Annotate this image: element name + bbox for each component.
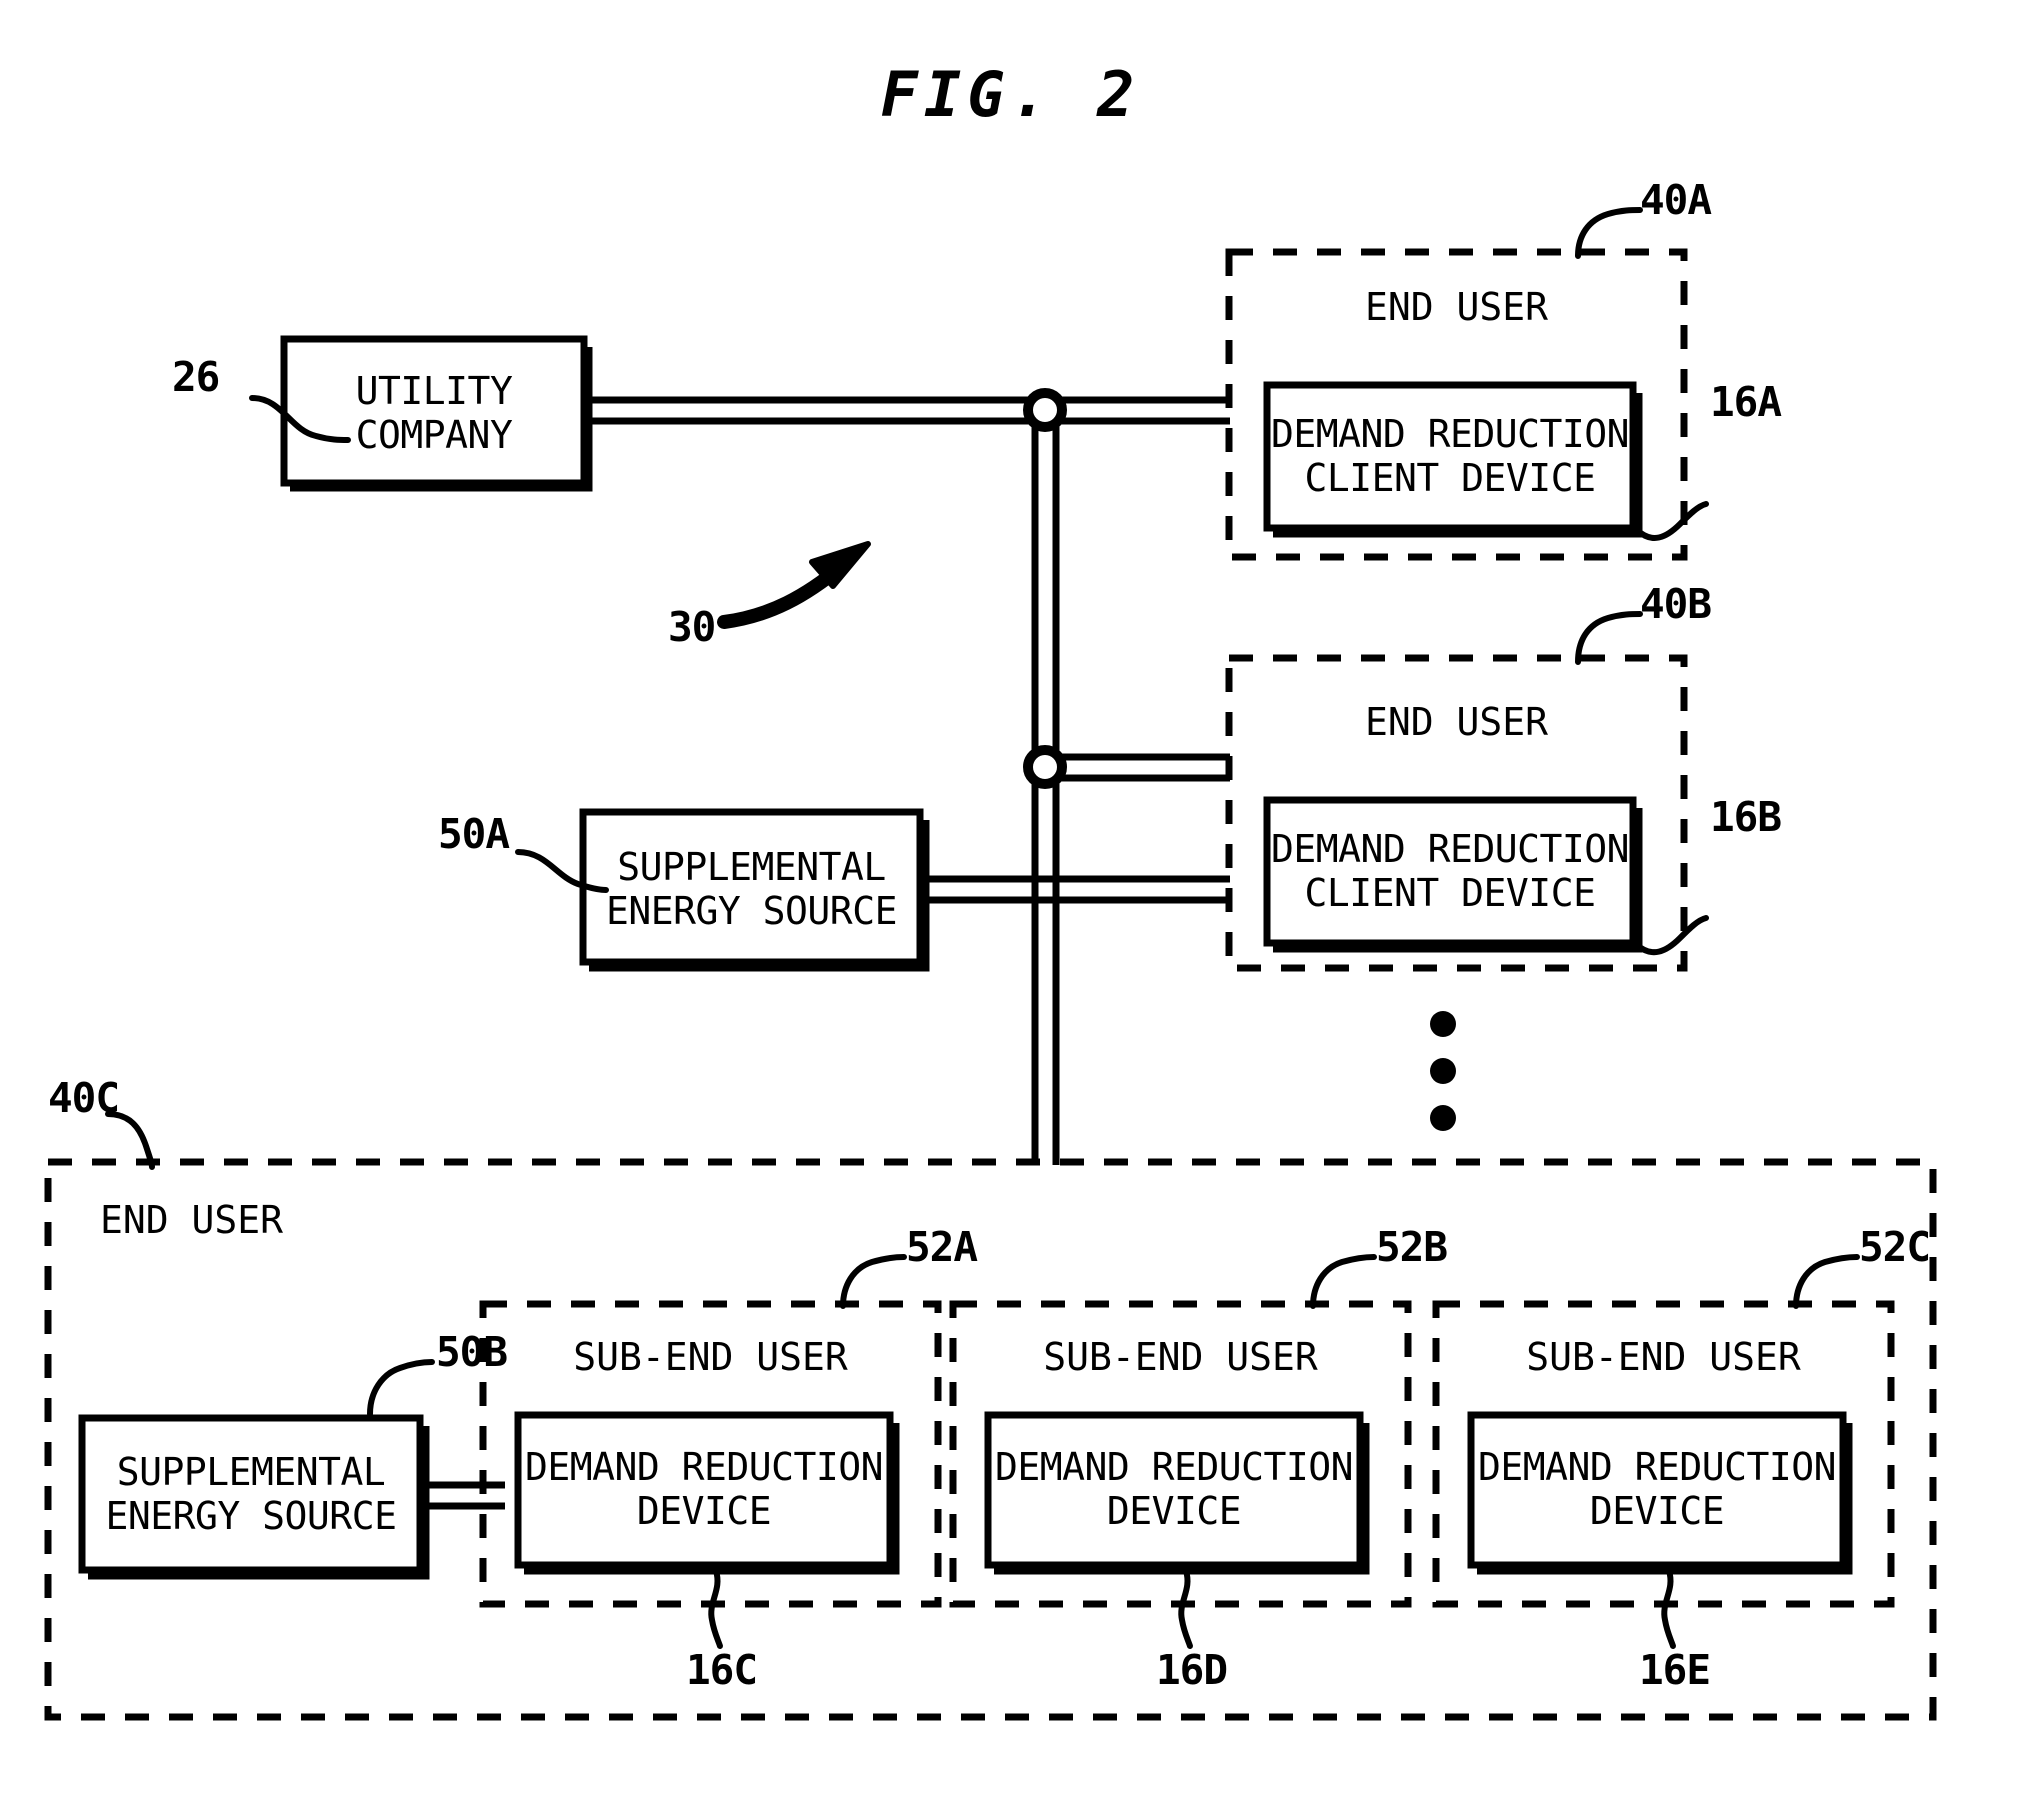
leader-52b — [1310, 1254, 1377, 1309]
demand-reduction-device-e-label: DEMAND REDUCTION DEVICE — [1471, 1445, 1843, 1533]
device-e-line2: DEVICE — [1589, 1489, 1725, 1534]
leader-16a — [1634, 501, 1709, 541]
device-b-line2: CLIENT DEVICE — [1304, 871, 1596, 916]
bus-junction-node-mid — [1023, 745, 1067, 789]
sub-end-user-52c-label: SUB-END USER — [1526, 1335, 1801, 1379]
supplemental-a-line2: ENERGY SOURCE — [606, 889, 897, 934]
supplemental-b-line1: SUPPLEMENTAL — [116, 1450, 386, 1494]
device-d-line2: DEVICE — [1106, 1489, 1242, 1534]
bus-supplemental-a-feed — [920, 875, 1230, 904]
device-a-line2: CLIENT DEVICE — [1304, 456, 1596, 501]
demand-reduction-client-device-a-label: DEMAND REDUCTION CLIENT DEVICE — [1267, 412, 1633, 500]
end-user-40c-label: END USER — [100, 1198, 284, 1242]
vertical-ellipsis — [1430, 1011, 1456, 1131]
device-b-line1: DEMAND REDUCTION — [1270, 827, 1630, 871]
ref-52c: 52C — [1859, 1223, 1931, 1271]
ref-16e: 16E — [1639, 1646, 1711, 1694]
ref-40b: 40B — [1640, 580, 1712, 628]
ref-40a: 40A — [1640, 176, 1712, 224]
ref-16b: 16B — [1710, 793, 1782, 841]
device-c-line1: DEMAND REDUCTION — [524, 1445, 884, 1489]
bus-branch-to-enduser-b — [1045, 753, 1230, 782]
leader-16b — [1634, 915, 1709, 956]
leader-50b — [367, 1359, 435, 1417]
supplemental-a-line1: SUPPLEMENTAL — [617, 845, 886, 889]
patent-figure-2: FIG. 2 UTILITY COMPANY 26 30 SUPPLEMENTA… — [0, 0, 2021, 1817]
leader-16e — [1661, 1568, 1676, 1649]
utility-company-label-line1: UTILITY — [355, 369, 513, 413]
leader-52c — [1793, 1254, 1860, 1309]
utility-company-label: UTILITY COMPANY — [284, 369, 584, 457]
supplemental-b-line2: ENERGY SOURCE — [105, 1494, 397, 1539]
ref-52a: 52A — [906, 1223, 978, 1271]
sub-end-user-52b-label: SUB-END USER — [1043, 1335, 1318, 1379]
device-d-line1: DEMAND REDUCTION — [994, 1445, 1354, 1489]
bus-supplemental-b-feed — [423, 1481, 505, 1510]
ref-26: 26 — [172, 353, 220, 401]
ref-40c: 40C — [48, 1074, 120, 1122]
supplemental-energy-source-b-label: SUPPLEMENTAL ENERGY SOURCE — [82, 1450, 420, 1538]
bus-utility-to-enduser-a — [575, 396, 1230, 425]
leader-52a — [840, 1254, 907, 1309]
device-e-line1: DEMAND REDUCTION — [1477, 1445, 1837, 1489]
demand-reduction-device-c-label: DEMAND REDUCTION DEVICE — [518, 1445, 890, 1533]
leader-16d — [1178, 1568, 1193, 1649]
system-ref-arrow — [717, 541, 871, 629]
supplemental-energy-source-a-label: SUPPLEMENTAL ENERGY SOURCE — [583, 845, 920, 933]
ref-52b: 52B — [1376, 1223, 1448, 1271]
leader-16c — [708, 1568, 723, 1649]
ref-16a: 16A — [1710, 378, 1782, 426]
demand-reduction-client-device-b-label: DEMAND REDUCTION CLIENT DEVICE — [1267, 827, 1633, 915]
device-c-line2: DEVICE — [636, 1489, 772, 1534]
ref-50a: 50A — [438, 810, 510, 858]
diagram-vector-layer — [44, 207, 1937, 1721]
utility-company-label-line2: COMPANY — [355, 413, 513, 458]
ref-16d: 16D — [1156, 1646, 1228, 1694]
ref-16c: 16C — [686, 1646, 758, 1694]
end-user-40b-label: END USER — [1364, 700, 1549, 744]
bus-junction-node-top — [1023, 388, 1067, 432]
device-a-line1: DEMAND REDUCTION — [1270, 412, 1630, 456]
demand-reduction-device-d-label: DEMAND REDUCTION DEVICE — [988, 1445, 1360, 1533]
sub-end-user-52a-label: SUB-END USER — [573, 1335, 848, 1379]
end-user-40a-label: END USER — [1364, 285, 1549, 329]
ref-30: 30 — [668, 603, 716, 651]
